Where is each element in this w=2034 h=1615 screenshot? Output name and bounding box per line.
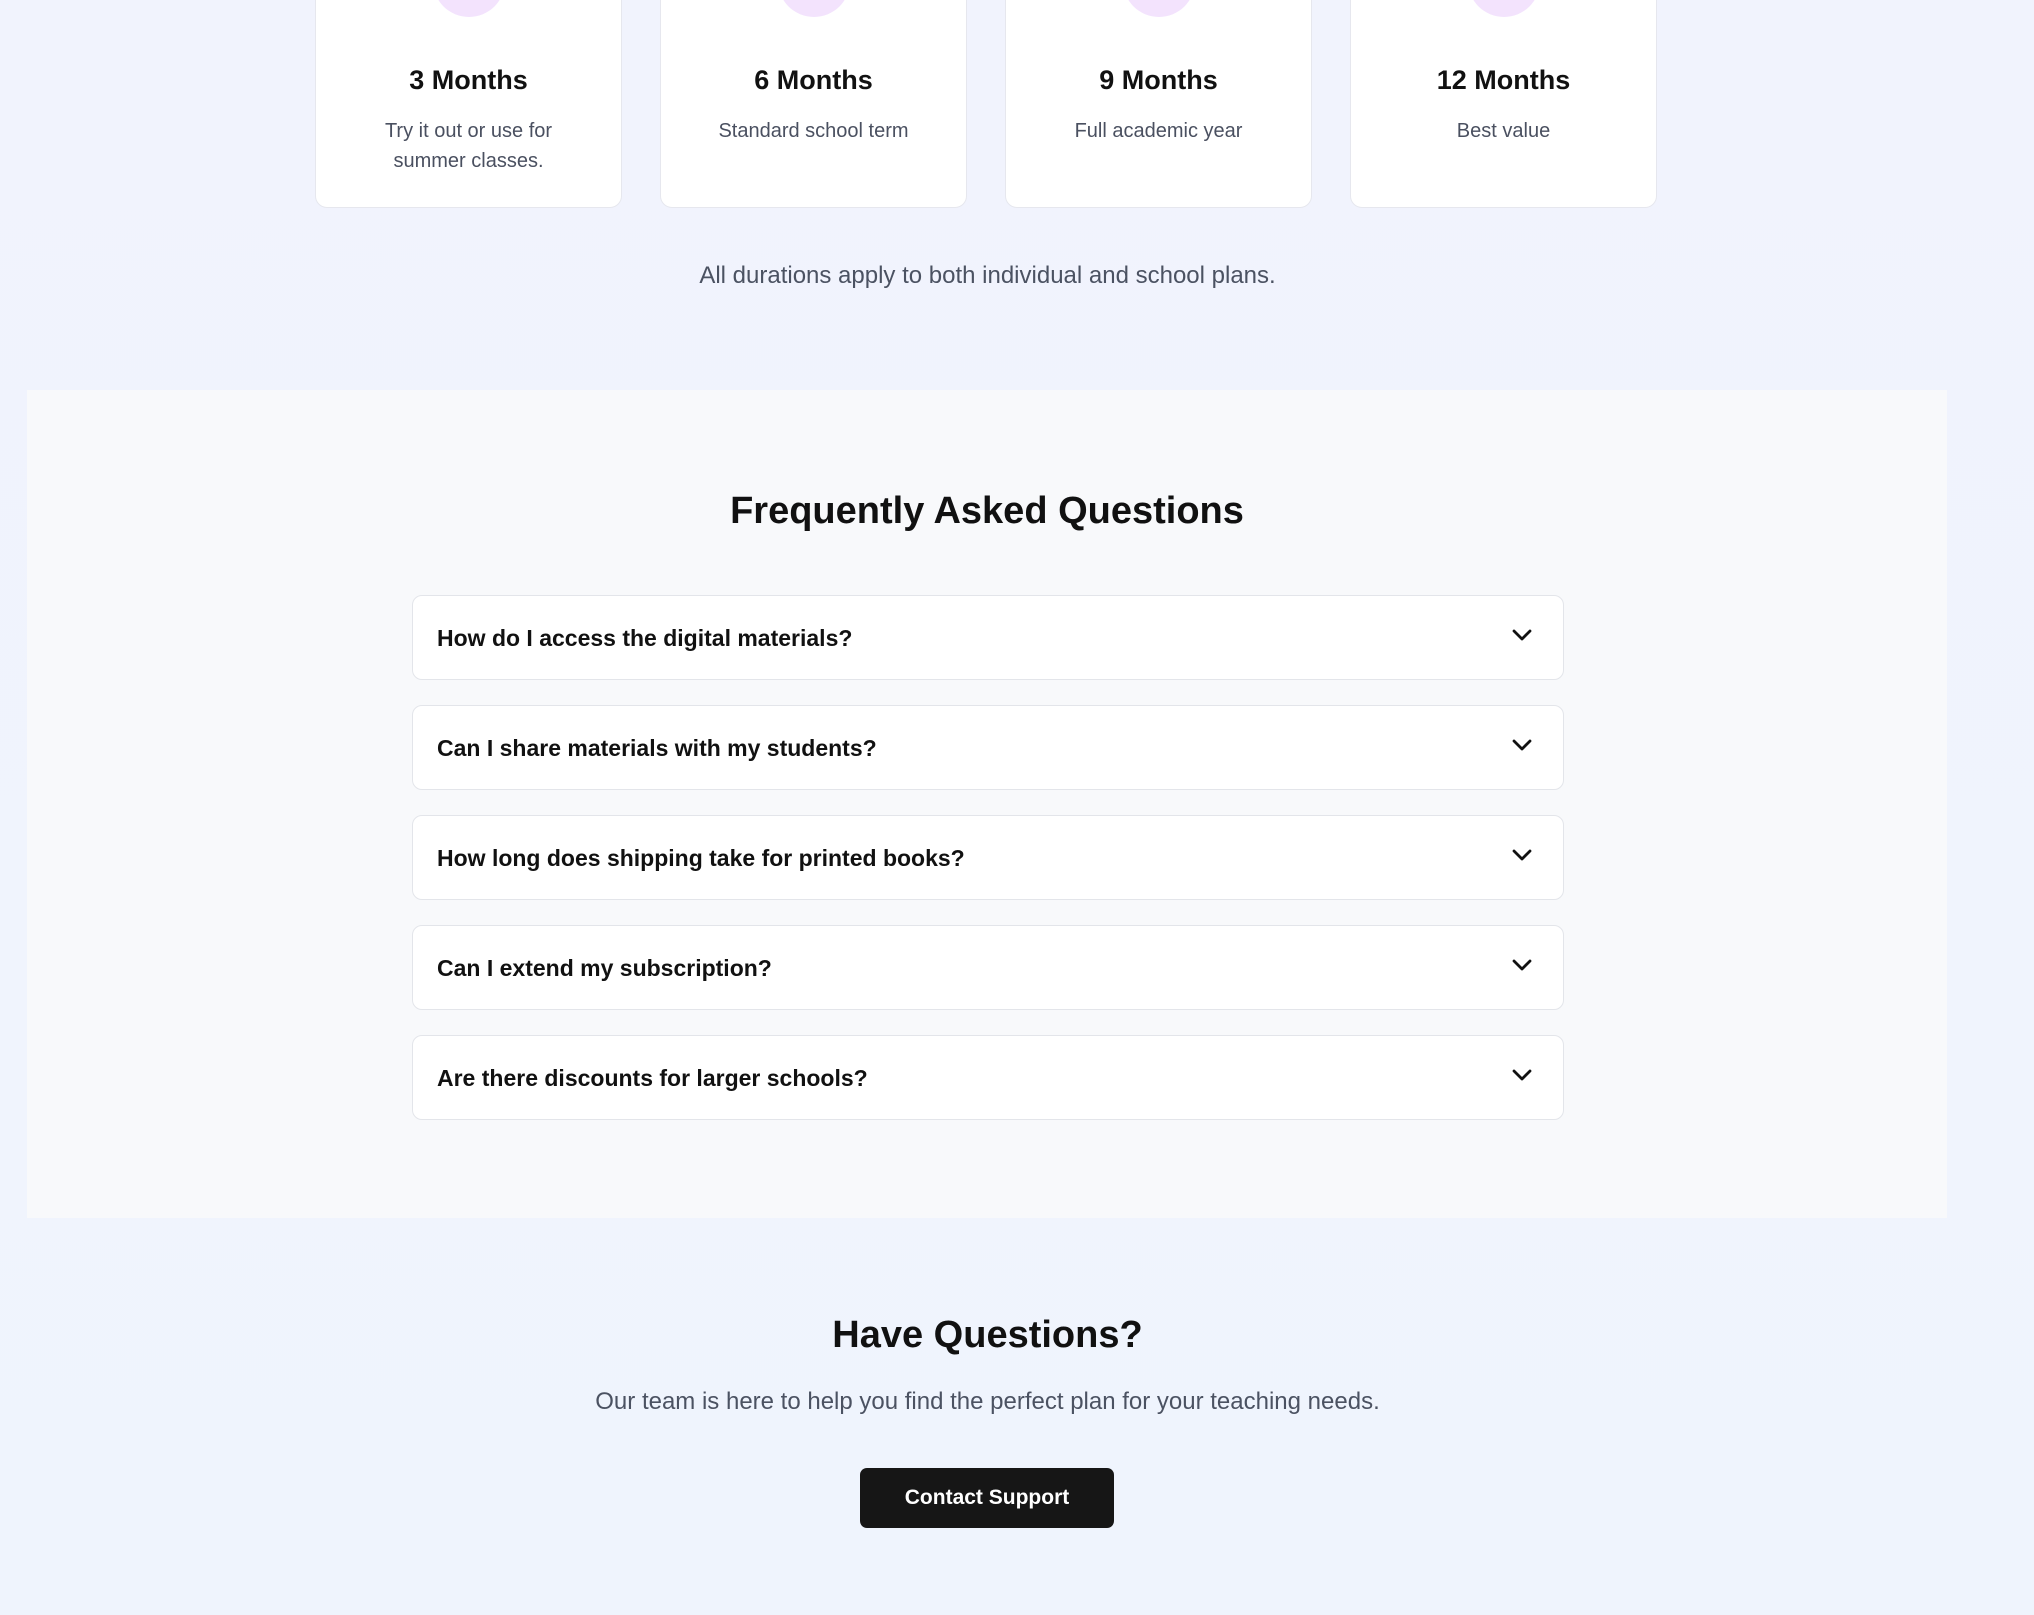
chevron-down-icon: [1512, 1069, 1532, 1081]
faq-question: How do I access the digital materials?: [437, 625, 853, 651]
chevron-down-icon: [1512, 739, 1532, 751]
calendar-icon: [432, 0, 505, 17]
faq-question: Can I extend my subscription?: [437, 955, 772, 981]
duration-description: Full academic year: [1074, 120, 1243, 142]
faq-question: How long does shipping take for printed …: [437, 845, 965, 871]
calendar-days-icon: [1122, 0, 1195, 17]
faq-item-share-materials[interactable]: Can I share materials with my students?: [412, 705, 1564, 790]
faq-item-school-discounts[interactable]: Are there discounts for larger schools?: [412, 1035, 1564, 1120]
faq-item-access-digital-materials[interactable]: How do I access the digital materials?: [412, 595, 1564, 680]
chevron-down-icon: [1512, 849, 1532, 861]
faq-section: Frequently Asked Questions How do I acce…: [27, 390, 1947, 1218]
durations-note: All durations apply to both individual a…: [699, 262, 1276, 289]
duration-cards: 3 Months Try it out or use for summer cl…: [0, 0, 2034, 210]
duration-card-3-months[interactable]: 3 Months Try it out or use for summer cl…: [315, 0, 622, 208]
duration-card-12-months[interactable]: 12 Months Best value: [1350, 0, 1657, 208]
chevron-down-icon: [1512, 959, 1532, 971]
duration-description: Standard school term: [718, 120, 909, 142]
duration-card-9-months[interactable]: 9 Months Full academic year: [1005, 0, 1312, 208]
calendar-icon: [777, 0, 850, 17]
faq-title: Frequently Asked Questions: [730, 490, 1244, 532]
faq-question: Can I share materials with my students?: [437, 735, 877, 761]
contact-support-button[interactable]: Contact Support: [860, 1468, 1114, 1528]
faq-item-shipping-time[interactable]: How long does shipping take for printed …: [412, 815, 1564, 900]
duration-description: Best value: [1456, 120, 1551, 142]
faq-item-extend-subscription[interactable]: Can I extend my subscription?: [412, 925, 1564, 1010]
faq-question: Are there discounts for larger schools?: [437, 1065, 868, 1091]
cta-subtitle: Our team is here to help you find the pe…: [595, 1388, 1380, 1415]
duration-title: 6 Months: [754, 65, 873, 95]
duration-card-6-months[interactable]: 6 Months Standard school term: [660, 0, 967, 208]
calendar-check-icon: [1467, 0, 1540, 17]
duration-title: 3 Months: [409, 65, 528, 95]
chevron-down-icon: [1512, 629, 1532, 641]
duration-description: Try it out or use for summer classes.: [384, 120, 553, 172]
cta-title: Have Questions?: [832, 1314, 1143, 1356]
duration-title: 9 Months: [1099, 65, 1218, 95]
duration-title: 12 Months: [1436, 65, 1571, 95]
